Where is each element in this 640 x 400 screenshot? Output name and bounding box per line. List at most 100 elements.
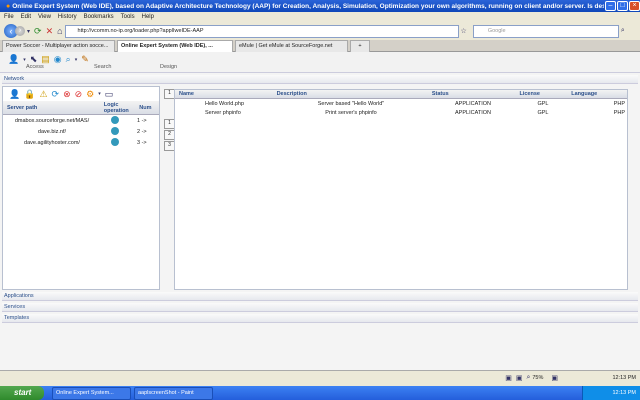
globe-icon[interactable] (101, 137, 137, 148)
table-row[interactable]: dave.biz.nf/ 2 -> (3, 126, 159, 137)
zoom-level[interactable]: 75% (532, 375, 543, 381)
firefox-icon: ● (6, 2, 11, 10)
table-row[interactable]: dmabox.sourceforge.net/MAS/ 1 -> (3, 115, 159, 126)
section-applications[interactable]: Applications (2, 292, 638, 301)
dropdown-icon-3[interactable]: ▾ (98, 91, 101, 97)
refresh-icon[interactable]: ⟳ (52, 89, 60, 100)
menu-view[interactable]: View (38, 14, 51, 20)
dropdown-arrow-icon[interactable]: ▾ (27, 28, 30, 35)
table-row[interactable]: dave.agilityhoster.com/ 3 -> (3, 137, 159, 148)
server-panel: 👤 🔒 ⚠ ⟳ ⊗ ⊘ ⚙ ▾ ▭ Server path Logic oper… (2, 86, 160, 290)
item-number-column: 1 1 2 3 (164, 89, 175, 151)
search-input[interactable]: Google (472, 24, 619, 38)
num-cell: 2 -> (137, 128, 147, 135)
start-button[interactable]: start (0, 386, 44, 400)
menu-edit[interactable]: Edit (21, 14, 31, 20)
clock: 12:13 PM (612, 390, 636, 396)
status-time: 12:13 PM (612, 375, 636, 381)
home-icon[interactable]: ⌂ (57, 26, 62, 36)
tab-online-expert-system[interactable]: Online Expert System (Web IDE), ... (117, 39, 233, 52)
col-language[interactable]: Language (571, 91, 627, 97)
monitor-icon[interactable]: ▭ (105, 89, 114, 100)
group-access: Access (26, 64, 44, 70)
table-row[interactable]: Server phpinfo Print server's phpinfo AP… (175, 108, 627, 117)
server-toolbar: 👤 🔒 ⚠ ⟳ ⊗ ⊘ ⚙ ▾ ▭ (3, 87, 159, 101)
close-button[interactable]: × (629, 1, 640, 11)
menu-tools[interactable]: Tools (121, 14, 135, 20)
server-path-cell: dmabox.sourceforge.net/MAS/ (14, 117, 90, 124)
app-name-cell: Server phpinfo (205, 109, 241, 116)
section-templates[interactable]: Templates (2, 314, 638, 323)
col-description[interactable]: Description (277, 91, 432, 97)
table-row[interactable]: Hello World.php Server based "Hello Worl… (175, 99, 627, 108)
tab-power-soccer[interactable]: Power Soccer - Multiplayer action socce.… (2, 39, 115, 52)
app-description-cell: Server based "Hello World" (317, 100, 385, 107)
tab-bar: Power Soccer - Multiplayer action socce.… (0, 39, 640, 52)
settings-icon[interactable]: ⚙ (86, 89, 94, 100)
delete-icon[interactable]: ⊗ (63, 89, 71, 100)
zoom-icon[interactable]: ⌕ (526, 374, 530, 382)
forward-button[interactable]: › (15, 26, 25, 36)
addon-icon-2[interactable]: ▣ (516, 374, 523, 382)
globe-icon[interactable] (101, 126, 137, 137)
navigation-toolbar: ‹ › ▾ ⟳ ✕ ⌂ http://vcomm.no-ip.org/loade… (0, 22, 640, 40)
app-license-cell: GPL (537, 109, 549, 116)
menu-history[interactable]: History (58, 14, 77, 20)
dropdown-icon-2[interactable]: ▾ (75, 57, 78, 63)
col-server-path[interactable]: Server path (3, 105, 104, 111)
server-path-cell: dave.biz.nf/ (37, 128, 67, 135)
tab-emule[interactable]: eMule | Get eMule at SourceForge.net (235, 39, 348, 52)
url-bar[interactable]: http://vcomm.no-ip.org/loader.php?applIw… (64, 24, 459, 38)
new-tab-button[interactable]: + (350, 39, 370, 52)
stop-circle-icon[interactable]: ⊘ (75, 89, 83, 100)
user-add-icon[interactable]: 👤 (9, 89, 20, 100)
app-license-cell: GPL (537, 100, 549, 107)
window-title: Online Expert System (Web IDE), based on… (12, 2, 604, 10)
bookmark-star-icon[interactable]: ☆ (461, 27, 467, 35)
col-num[interactable]: Num (139, 105, 159, 111)
group-search: Search (94, 64, 112, 70)
window-titlebar: ● Online Expert System (Web IDE), based … (0, 0, 640, 12)
section-network[interactable]: Network (2, 75, 638, 84)
minimize-button[interactable]: – (605, 1, 616, 11)
apps-table-header: Name Description Status License Language (175, 90, 627, 99)
app-status-cell: APPLICATION (455, 109, 491, 116)
app-language-cell: PHP (613, 100, 625, 107)
app-toolbar: 👤 ▾ ⬉ ▤ ◉ ⌕ ▾ ✎ Access Search Design (0, 52, 640, 73)
reload-icon[interactable]: ⟳ (34, 26, 42, 37)
lock-icon[interactable]: 🔒 (24, 89, 35, 100)
col-logic-operation[interactable]: Logic operation (104, 102, 140, 114)
col-status[interactable]: Status (432, 91, 520, 97)
server-table-header: Server path Logic operation Num (3, 101, 159, 115)
section-services[interactable]: Services (2, 303, 638, 312)
server-path-cell: dave.agilityhoster.com/ (24, 139, 80, 146)
taskbar-item-paint[interactable]: aaplscreenShot - Paint (134, 386, 213, 400)
app-status-cell: APPLICATION (455, 100, 491, 107)
num-cell: 3 -> (137, 139, 147, 146)
menu-help[interactable]: Help (142, 14, 154, 20)
dropdown-icon[interactable]: ▾ (23, 57, 26, 63)
browser-statusbar: ▣ ▣ ⌕ 75% ▣ 12:13 PM (0, 370, 640, 386)
user-icon[interactable]: 👤 (8, 54, 19, 65)
search-icon[interactable]: ⌕ (621, 27, 625, 35)
col-license[interactable]: License (519, 91, 571, 97)
taskbar-item-browser[interactable]: Online Expert System... (52, 386, 131, 400)
system-tray: 12:13 PM (582, 386, 640, 400)
menu-bookmarks[interactable]: Bookmarks (84, 14, 114, 20)
search-tool-icon[interactable]: ⌕ (66, 54, 71, 65)
design-icon[interactable]: ✎ (81, 54, 89, 65)
stop-icon[interactable]: ✕ (46, 26, 54, 37)
warning-icon[interactable]: ⚠ (39, 89, 47, 100)
maximize-button[interactable]: □ (617, 1, 628, 11)
globe-icon[interactable]: ◉ (54, 54, 62, 65)
app-name-cell: Hello World.php (205, 100, 245, 107)
num-cell: 1 -> (137, 117, 147, 124)
menu-file[interactable]: File (4, 14, 14, 20)
menu-bar: File Edit View History Bookmarks Tools H… (0, 12, 640, 22)
app-description-cell: Print server's phpinfo (325, 109, 377, 116)
col-name[interactable]: Name (175, 91, 277, 97)
addon-icon-3[interactable]: ▣ (551, 374, 558, 382)
group-design: Design (160, 64, 178, 70)
globe-icon[interactable] (101, 115, 137, 126)
addon-icon[interactable]: ▣ (505, 374, 512, 382)
